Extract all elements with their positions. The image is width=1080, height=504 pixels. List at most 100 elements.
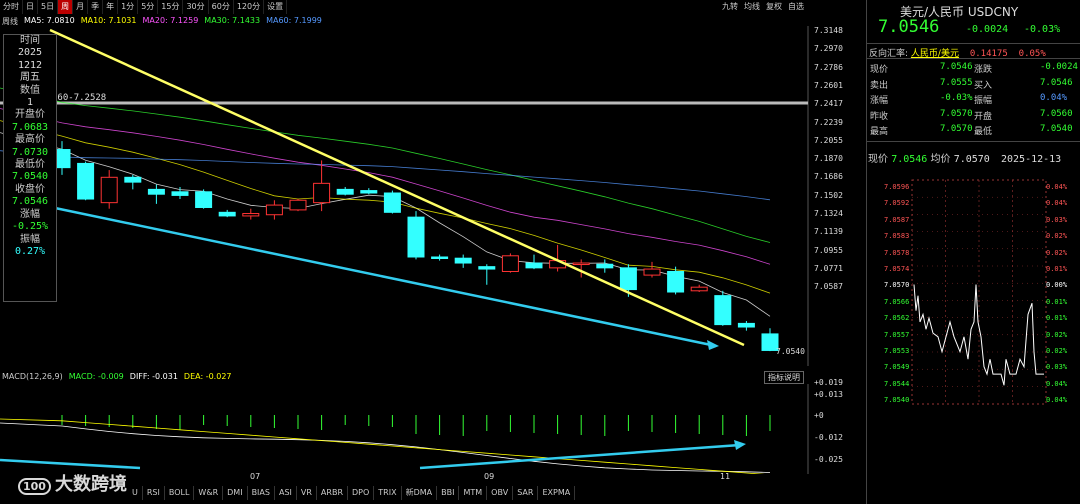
- candle: [360, 188, 378, 195]
- period-tab-2[interactable]: 5日: [38, 0, 59, 14]
- period-tab-11[interactable]: 60分: [209, 0, 234, 14]
- macd-tick-2: +0: [814, 411, 824, 420]
- diff-line: [0, 422, 771, 473]
- period-tab-6[interactable]: 年: [103, 0, 119, 14]
- intraday-left-tick-4: 7.0578: [884, 248, 910, 257]
- quote-label-1-a: 卖出: [870, 80, 889, 91]
- quote-value-4-a: 7.0570: [940, 124, 973, 134]
- intraday-right-tick-1: 0.04%: [1046, 199, 1068, 208]
- intraday-left-tick-11: 7.0549: [884, 363, 910, 372]
- quote-value-2-a: -0.03%: [940, 93, 973, 103]
- period-tab-13[interactable]: 设置: [264, 0, 288, 14]
- watermark-text: 大数跨境: [54, 474, 127, 495]
- tool-0[interactable]: 九转: [722, 1, 738, 12]
- candle: [242, 208, 260, 220]
- candlestick-chart[interactable]: [0, 26, 810, 366]
- indicator-tab-1[interactable]: RSI: [143, 486, 165, 500]
- quote-label-4-a: 最高: [870, 127, 889, 137]
- candle-body: [360, 190, 378, 194]
- intraday-right-tick-0: 0.04%: [1046, 183, 1068, 191]
- quote-value-1-a: 7.0555: [940, 77, 973, 88]
- candle: [596, 259, 614, 273]
- intraday-left-tick-5: 7.0574: [884, 265, 910, 273]
- info-label-3: 数值: [20, 84, 40, 96]
- candle-body: [478, 266, 496, 270]
- macd-trendline: [419, 443, 741, 470]
- indicator-tab-9[interactable]: DPO: [348, 486, 375, 500]
- trendline-support: [54, 206, 717, 348]
- candle: [643, 261, 661, 278]
- indicator-tab-10[interactable]: TRIX: [374, 486, 402, 500]
- intraday-left-tick-9: 7.0557: [884, 330, 910, 339]
- indicator-tab-2[interactable]: BOLL: [165, 486, 195, 500]
- indicator-tab-12[interactable]: BBI: [437, 486, 460, 500]
- strip-now-value: 7.0546: [891, 154, 928, 165]
- intraday-right-tick-9: 0.02%: [1046, 330, 1068, 339]
- macd-chart[interactable]: [0, 384, 810, 474]
- intraday-right-tick-6: 0.00%: [1046, 281, 1068, 290]
- candle-body: [596, 263, 614, 269]
- period-tab-12[interactable]: 120分: [234, 0, 265, 14]
- period-tab-9[interactable]: 15分: [158, 0, 184, 14]
- candle-body: [289, 199, 307, 211]
- period-tab-7[interactable]: 1分: [118, 0, 139, 14]
- price-tick-2: 7.2786: [814, 62, 843, 72]
- dea-value: DEA: -0.027: [183, 372, 232, 381]
- candle-body: [218, 211, 236, 217]
- indicator-tab-0[interactable]: U: [128, 486, 143, 500]
- info-value-4: 7.0683: [11, 121, 49, 133]
- candle-body: [501, 255, 519, 272]
- period-tab-5[interactable]: 季: [88, 0, 104, 14]
- period-tab-10[interactable]: 30分: [183, 0, 209, 14]
- period-tab-8[interactable]: 5分: [138, 0, 159, 14]
- intraday-right-tick-5: 0.01%: [1046, 265, 1068, 273]
- watermark-logo-icon: 100: [18, 478, 51, 495]
- tool-3[interactable]: 自选: [788, 1, 804, 12]
- arrow-icon: [707, 340, 719, 350]
- indicator-tab-15[interactable]: SAR: [513, 486, 539, 500]
- indicator-tab-14[interactable]: OBV: [487, 486, 514, 500]
- indicator-help-button[interactable]: 指标说明: [764, 371, 804, 384]
- diff-value: DIFF: -0.031: [129, 372, 178, 381]
- period-tab-4[interactable]: 月: [73, 0, 89, 14]
- intraday-left-tick-8: 7.0562: [884, 314, 910, 323]
- quote-change-pct: -0.03%: [1024, 24, 1061, 35]
- indicator-tab-11[interactable]: 新DMA: [402, 486, 438, 500]
- quote-label-4-b: 最低: [974, 127, 993, 137]
- period-tab-0[interactable]: 分时: [0, 0, 23, 14]
- candle-body: [195, 191, 213, 208]
- indicator-tab-13[interactable]: MTM: [459, 486, 488, 500]
- candle-body: [454, 257, 472, 264]
- indicator-tab-3[interactable]: W&R: [194, 486, 224, 500]
- tool-2[interactable]: 复权: [766, 1, 782, 12]
- candle: [195, 189, 213, 209]
- intraday-left-tick-3: 7.0583: [884, 232, 910, 241]
- candle-body: [737, 322, 755, 328]
- candle-body: [525, 262, 543, 269]
- indicator-tab-7[interactable]: VR: [297, 486, 317, 500]
- candle: [454, 254, 472, 268]
- candle-body: [667, 270, 685, 293]
- price-tick-10: 7.1324: [814, 209, 843, 218]
- info-value-0: 2025: [17, 47, 43, 59]
- price-tick-3: 7.2601: [814, 80, 843, 90]
- indicator-tab-8[interactable]: ARBR: [317, 486, 348, 500]
- candle: [501, 253, 519, 273]
- period-tab-3[interactable]: 周: [58, 0, 74, 14]
- candle: [100, 170, 118, 209]
- candle: [265, 200, 283, 220]
- candle: [383, 190, 401, 214]
- macd-tick-3: -0.012: [814, 433, 843, 442]
- intraday-left-tick-0: 7.0596: [884, 183, 910, 191]
- ma5-line: [0, 132, 771, 317]
- candle: [289, 199, 307, 212]
- ma30-line: [0, 87, 771, 243]
- indicator-tab-5[interactable]: BIAS: [248, 486, 275, 500]
- strip-avg-label: 均价: [930, 154, 951, 165]
- candle-body: [643, 268, 661, 276]
- period-tab-1[interactable]: 日: [23, 0, 38, 14]
- indicator-tab-6[interactable]: ASI: [275, 486, 297, 500]
- indicator-tab-4[interactable]: DMI: [223, 486, 248, 500]
- tool-1[interactable]: 均线: [744, 1, 760, 12]
- indicator-tab-16[interactable]: EXPMA: [538, 486, 576, 500]
